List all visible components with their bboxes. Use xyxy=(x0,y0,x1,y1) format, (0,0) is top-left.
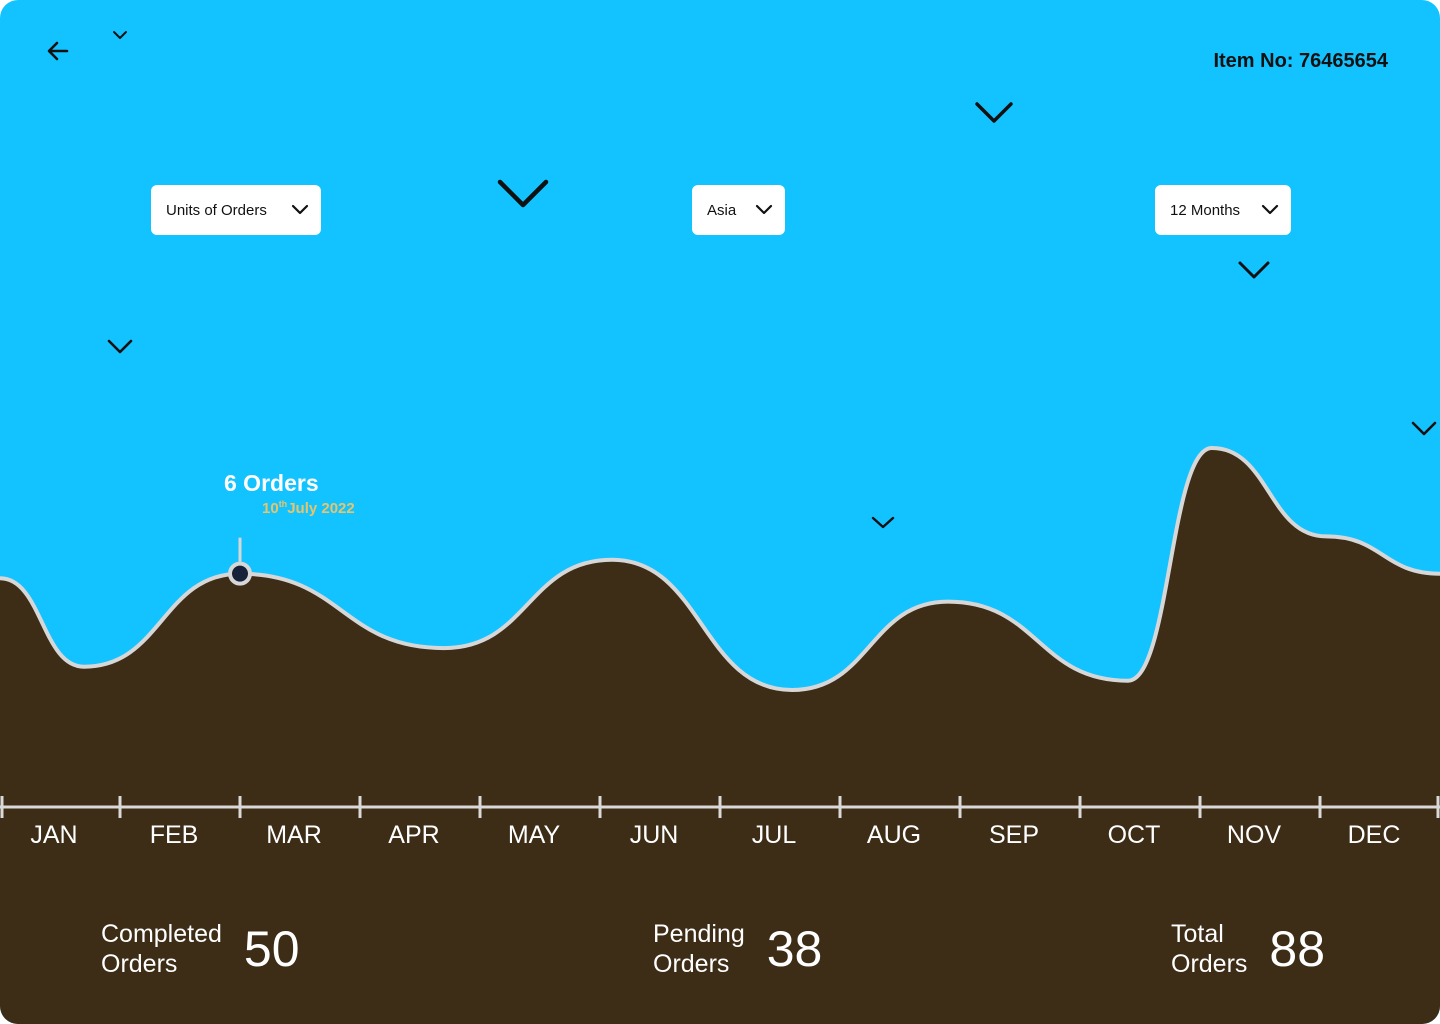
month-label-jun: JUN xyxy=(630,821,679,849)
chevron-down-icon xyxy=(975,102,1013,123)
stat-label: Total Orders xyxy=(1171,919,1247,979)
metric-dropdown-label: Units of Orders xyxy=(166,201,267,219)
tooltip-date-day: 10 xyxy=(262,500,279,517)
month-label-nov: NOV xyxy=(1227,821,1282,849)
tooltip-date: 10thJuly 2022 xyxy=(262,499,355,517)
month-label-jul: JUL xyxy=(752,821,797,849)
region-dropdown-label: Asia xyxy=(707,201,737,219)
month-label-dec: DEC xyxy=(1348,821,1401,849)
month-label-aug: AUG xyxy=(867,821,921,849)
tooltip-date-rest: July 2022 xyxy=(287,500,355,517)
chevron-down-icon xyxy=(755,204,773,216)
month-label-jan: JAN xyxy=(30,821,77,849)
total-orders-stat: Total Orders 88 xyxy=(1171,919,1325,979)
stat-value: 88 xyxy=(1269,921,1326,977)
period-dropdown-label: 12 Months xyxy=(1170,201,1241,219)
chevron-down-icon xyxy=(1411,421,1437,436)
stat-value: 38 xyxy=(766,921,823,977)
month-label-may: MAY xyxy=(508,821,561,849)
stat-label-line: Orders xyxy=(101,950,178,978)
month-label-feb: FEB xyxy=(150,821,199,849)
stat-label-line: Total xyxy=(1171,920,1224,948)
stat-label-line: Completed xyxy=(101,920,222,948)
stat-label: Pending Orders xyxy=(653,919,745,979)
chevron-down-icon xyxy=(1261,204,1279,216)
stat-label: Completed Orders xyxy=(101,919,222,979)
orders-area-chart: JAN FEB MAR APR MAY JUN JUL AUG SEP OCT NOV DEC xyxy=(0,445,1440,1024)
order-analytics-screen: JAN FEB MAR APR MAY JUN JUL AUG SEP OCT NOV DEC Ite… xyxy=(0,0,1440,1024)
stat-label-line: Orders xyxy=(1171,950,1248,978)
stat-label-line: Pending xyxy=(653,920,745,948)
chevron-down-icon xyxy=(107,339,133,354)
month-label-mar: MAR xyxy=(266,821,322,849)
item-number: Item No: 76465654 xyxy=(1213,50,1388,72)
tooltip-date-suffix: th xyxy=(278,499,288,509)
chevron-down-icon xyxy=(871,516,895,529)
pending-orders-stat: Pending Orders 38 xyxy=(653,919,822,979)
stat-value: 50 xyxy=(243,921,300,977)
month-label-oct: OCT xyxy=(1108,821,1161,849)
back-button[interactable] xyxy=(40,34,76,68)
metric-dropdown[interactable]: Units of Orders xyxy=(151,185,321,235)
chevron-down-icon xyxy=(113,31,127,39)
stat-label-line: Orders xyxy=(653,950,730,978)
arrow-left-icon xyxy=(47,41,69,61)
region-dropdown[interactable]: Asia xyxy=(692,185,785,235)
completed-orders-stat: Completed Orders 50 xyxy=(101,919,300,979)
month-label-apr: APR xyxy=(388,821,439,849)
month-label-sep: SEP xyxy=(989,821,1039,849)
chevron-down-icon xyxy=(497,179,549,208)
period-dropdown[interactable]: 12 Months xyxy=(1155,185,1291,235)
chevron-down-icon xyxy=(291,204,309,216)
tooltip-value: 6 Orders xyxy=(224,470,319,496)
chevron-down-icon xyxy=(1238,261,1270,279)
highlight-point[interactable] xyxy=(228,561,252,586)
